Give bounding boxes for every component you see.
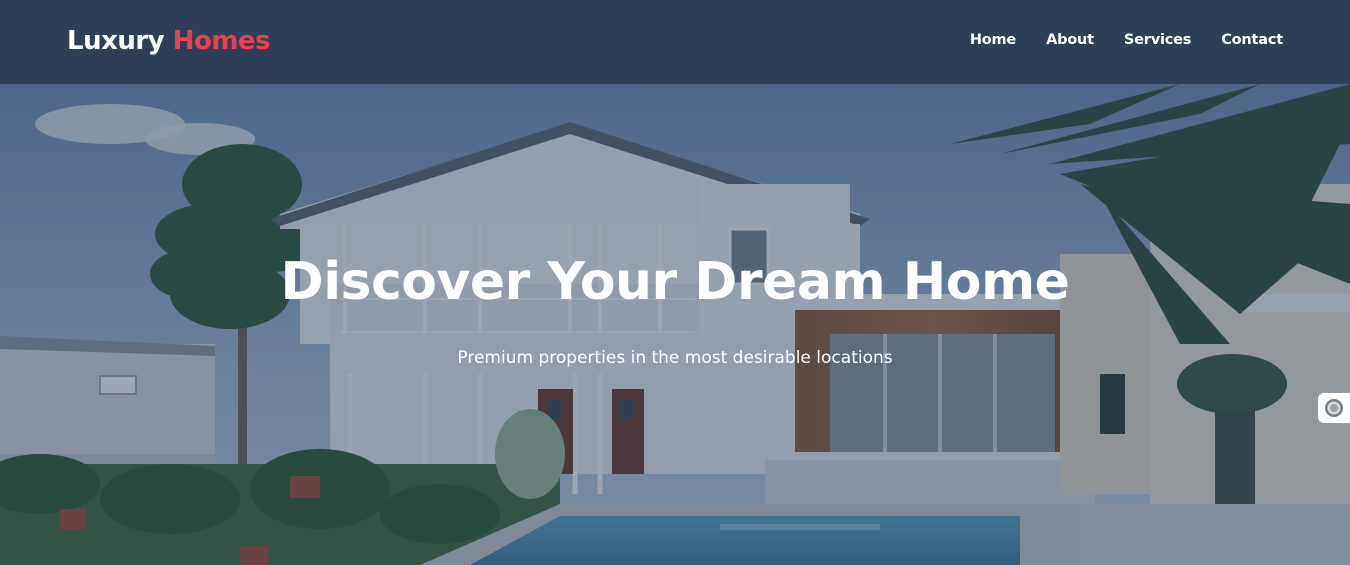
- badge-icon: [1325, 399, 1343, 417]
- nav-link-contact[interactable]: Contact: [1221, 32, 1283, 48]
- logo-accent: Homes: [172, 26, 271, 56]
- nav-link-services[interactable]: Services: [1124, 32, 1192, 48]
- logo-primary: Luxury: [67, 26, 165, 56]
- site-logo[interactable]: Luxury Homes: [67, 26, 271, 56]
- hero-subtitle: Premium properties in the most desirable…: [457, 348, 893, 368]
- hero-overlay: [0, 84, 1350, 565]
- page: Luxury Homes Home About Services Contact: [0, 0, 1350, 565]
- site-header: Luxury Homes Home About Services Contact: [0, 0, 1350, 84]
- hero-section: Discover Your Dream Home Premium propert…: [0, 84, 1350, 565]
- nav-link-about[interactable]: About: [1046, 32, 1094, 48]
- hero-title: Discover Your Dream Home: [280, 252, 1070, 312]
- floating-side-widget[interactable]: [1318, 393, 1350, 423]
- nav-link-home[interactable]: Home: [970, 32, 1016, 48]
- main-nav: Home About Services Contact: [970, 32, 1283, 48]
